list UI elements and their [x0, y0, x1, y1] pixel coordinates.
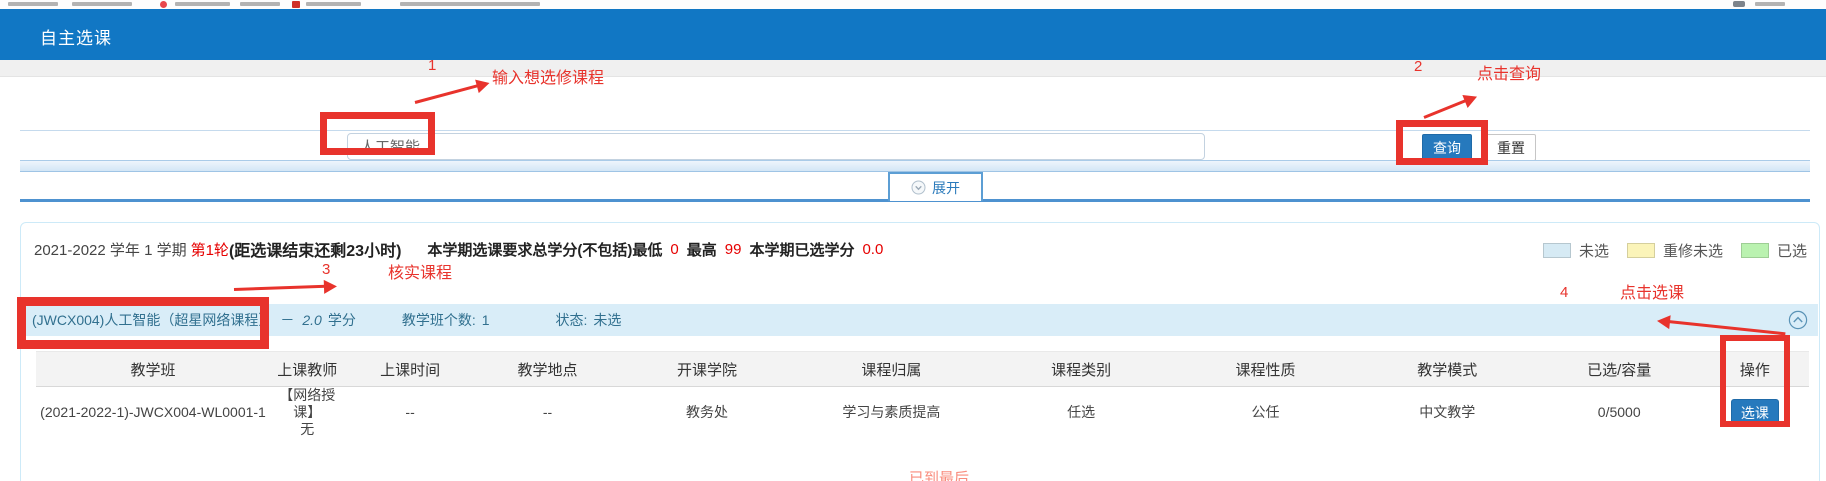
class-count-label: 教学班个数: [402, 310, 476, 330]
class-table: 教学班 上课教师 上课时间 教学地点 开课学院 课程归属 课程类别 课程性质 教… [36, 351, 1809, 438]
teacher-tag: 【网络授课】 [272, 387, 342, 421]
col-header-class: 教学班 [36, 352, 270, 387]
annotation-box-course [17, 297, 269, 349]
max-label: 最高 [687, 239, 717, 260]
teacher-name: 无 [272, 421, 342, 438]
reset-button[interactable]: 重置 [1486, 134, 1536, 161]
course-search-input[interactable] [347, 133, 1205, 160]
col-header-category: 课程类别 [988, 352, 1174, 387]
search-form-divider [20, 130, 1810, 131]
page-title: 自主选课 [40, 24, 112, 49]
max-credits-value: 99 [725, 241, 742, 258]
teacher-cell: 【网络授课】 无 [270, 387, 344, 439]
status-value: 未选 [593, 310, 621, 330]
college-cell: 教务处 [619, 387, 795, 439]
annotation-step1-text: 输入想选修课程 [492, 64, 604, 88]
sub-header-strip [0, 60, 1826, 77]
annotation-step2-number: 2 [1414, 58, 1422, 75]
col-header-place: 教学地点 [476, 352, 620, 387]
expand-label: 展开 [932, 178, 960, 198]
legend-item-retake: 重修未选 [1627, 240, 1723, 261]
round-label: 第1轮 [191, 239, 229, 260]
app-header: 自主选课 [0, 9, 1826, 60]
form-footer-band [20, 160, 1810, 172]
semester-label: 2021-2022 学年 1 学期 [34, 239, 187, 260]
annotation-arrow-2 [1423, 99, 1467, 119]
col-header-time: 上课时间 [344, 352, 475, 387]
mode-cell: 中文教学 [1357, 387, 1538, 439]
annotation-box-action [1720, 335, 1790, 427]
annotation-step1-number: 1 [428, 57, 436, 74]
selected-credits-value: 0.0 [862, 241, 883, 258]
nature-cell: 公任 [1174, 387, 1357, 439]
course-panel: 2021-2022 学年 1 学期 第1轮 (距选课结束还剩23小时) 本学期选… [20, 222, 1820, 481]
course-header-bar[interactable]: (JWCX004)人工智能（超星网络课程） － 2.0 学分 教学班个数: 1 … [22, 304, 1818, 336]
belong-cell: 学习与素质提高 [795, 387, 988, 439]
col-header-nature: 课程性质 [1174, 352, 1357, 387]
col-header-belong: 课程归属 [795, 352, 988, 387]
annotation-step3-number: 3 [322, 261, 330, 278]
annotation-step2-text: 点击查询 [1477, 60, 1541, 84]
annotation-step4-number: 4 [1560, 284, 1568, 301]
annotation-step3-text: 核实课程 [388, 259, 452, 283]
place-cell: -- [476, 387, 620, 439]
annotation-arrow-1 [415, 84, 480, 104]
status-label: 状态: [556, 310, 588, 330]
category-cell: 任选 [988, 387, 1174, 439]
legend-item-selected: 已选 [1741, 240, 1807, 261]
end-of-list-note: 已到最后 [909, 467, 969, 481]
legend-swatch-unselected [1543, 243, 1571, 258]
annotation-box-query [1396, 120, 1488, 165]
legend-swatch-retake [1627, 243, 1655, 258]
selected-credits-label: 本学期已选学分 [749, 239, 854, 260]
browser-toolbar-icon[interactable] [1733, 1, 1745, 7]
page: 自主选课 查询 重置 展开 2021-2022 学年 1 学期 第1轮 (距选课… [0, 0, 1826, 481]
class-id-link[interactable]: (2021-2022-1)-JWCX004-WL0001-1 [36, 387, 270, 439]
time-cell: -- [344, 387, 475, 439]
status-legend: 未选 重修未选 已选 [1543, 240, 1807, 261]
annotation-box-input [320, 112, 435, 155]
bookmark-text-fragment[interactable] [400, 2, 540, 6]
col-header-mode: 教学模式 [1357, 352, 1538, 387]
col-header-teacher: 上课教师 [270, 352, 344, 387]
chevron-up-icon[interactable] [1788, 310, 1808, 330]
bookmark-text-fragment[interactable] [240, 2, 280, 6]
bookmark-text-fragment[interactable] [306, 2, 361, 6]
bookmark-text-fragment[interactable] [175, 2, 230, 6]
requirement-label: 本学期选课要求总学分(不包括)最低 [427, 239, 662, 260]
deadline-label: (距选课结束还剩23小时) [229, 237, 401, 261]
bookmark-text-fragment[interactable] [8, 2, 58, 6]
course-credits-unit: 学分 [328, 310, 356, 330]
col-header-capacity: 已选/容量 [1538, 352, 1701, 387]
bookmark-favicon-red-circle[interactable] [160, 1, 167, 8]
bookmark-text-fragment[interactable] [1755, 2, 1785, 6]
course-credits: 2.0 [302, 312, 321, 328]
legend-item-unselected: 未选 [1543, 240, 1609, 261]
legend-swatch-selected [1741, 243, 1769, 258]
course-dash: － [280, 310, 294, 330]
class-count-value: 1 [482, 312, 490, 328]
expand-toggle[interactable]: 展开 [888, 172, 983, 201]
capacity-cell: 0/5000 [1538, 387, 1701, 439]
annotation-step4-text: 点击选课 [1620, 279, 1684, 303]
min-credits-value: 0 [670, 241, 678, 258]
chevron-down-icon [911, 180, 926, 195]
col-header-college: 开课学院 [619, 352, 795, 387]
bookmark-text-fragment[interactable] [72, 2, 132, 6]
table-header-row: 教学班 上课教师 上课时间 教学地点 开课学院 课程归属 课程类别 课程性质 教… [36, 352, 1809, 387]
bookmark-favicon-red-square[interactable] [292, 1, 300, 8]
table-row: (2021-2022-1)-JWCX004-WL0001-1 【网络授课】 无 … [36, 387, 1809, 439]
semester-info: 2021-2022 学年 1 学期 第1轮 (距选课结束还剩23小时) 本学期选… [34, 236, 891, 262]
